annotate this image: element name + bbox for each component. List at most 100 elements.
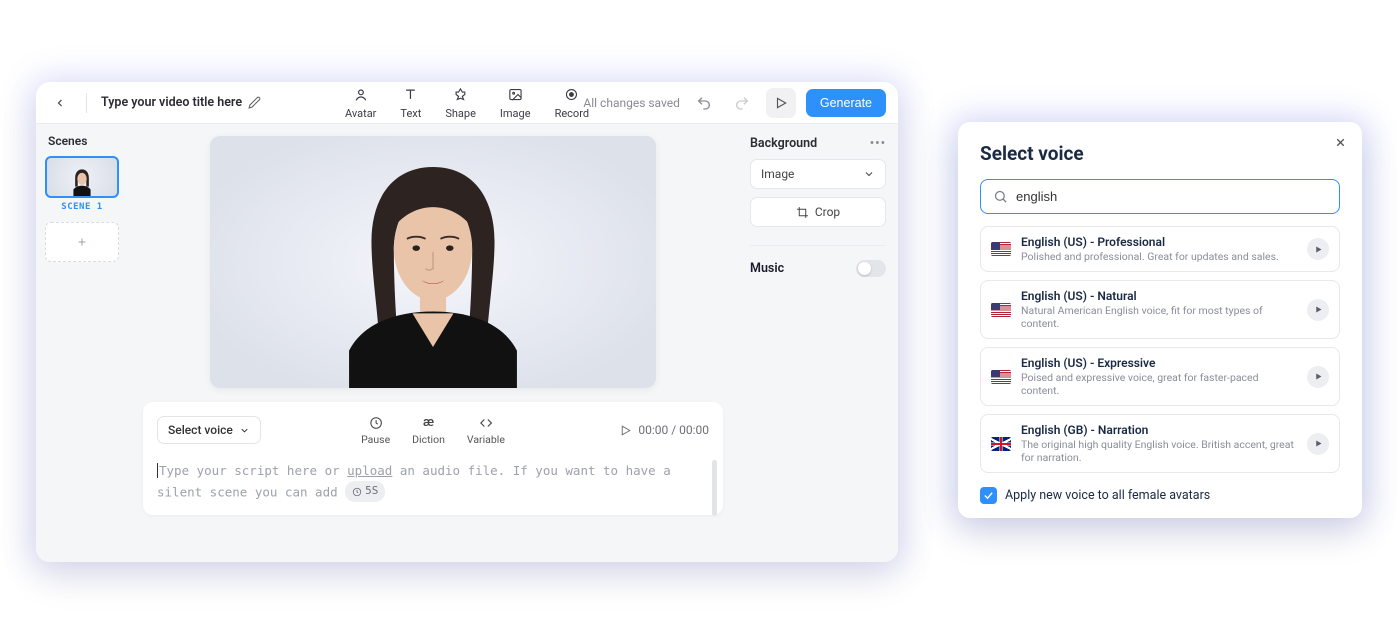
crop-button[interactable]: Crop <box>750 197 886 227</box>
background-label: Background <box>750 136 817 151</box>
generate-button[interactable]: Generate <box>806 89 886 117</box>
scene-item[interactable]: SCENE 1 <box>45 156 119 212</box>
title-placeholder: Type your video title here <box>101 95 242 110</box>
upload-link[interactable]: upload <box>347 463 392 478</box>
edit-icon <box>248 96 261 109</box>
music-row: Music <box>750 245 886 277</box>
voice-name: English (GB) - Narration <box>1021 423 1297 437</box>
voice-option[interactable]: English (US) - Natural Natural American … <box>980 280 1340 339</box>
flag-us-icon <box>991 370 1011 384</box>
apply-all-label: Apply new voice to all female avatars <box>1005 488 1210 503</box>
properties-panel: Background ••• Image Crop Music <box>738 124 898 562</box>
video-title-input[interactable]: Type your video title here <box>101 95 261 110</box>
chevron-down-icon <box>239 425 250 436</box>
close-button[interactable] <box>1330 132 1350 152</box>
crop-label: Crop <box>815 205 840 219</box>
voice-name: English (US) - Natural <box>1021 289 1297 303</box>
image-icon <box>506 86 524 104</box>
scenes-sidebar: Scenes SCENE 1 <box>36 124 128 562</box>
canvas-column: Select voice Pause æ Diction <box>128 124 738 562</box>
modal-footer: Apply new voice to all female avatars <box>980 487 1340 504</box>
crop-icon <box>796 206 809 219</box>
insert-toolbar: Avatar Text Shape Image <box>345 86 589 120</box>
avatar-thumbnail-icon <box>69 166 95 196</box>
toolbar-label: Avatar <box>345 107 376 120</box>
play-preview-button[interactable] <box>1307 238 1329 260</box>
voice-list: English (US) - Professional Polished and… <box>980 226 1340 475</box>
avatar-icon <box>352 86 370 104</box>
video-canvas[interactable] <box>210 136 656 388</box>
music-toggle[interactable] <box>856 260 886 277</box>
record-icon <box>563 86 581 104</box>
variable-tool[interactable]: Variable <box>467 415 505 446</box>
text-icon <box>402 86 420 104</box>
select-voice-label: Select voice <box>168 423 233 437</box>
editor-topbar: Type your video title here Avatar Text <box>36 82 898 124</box>
scenes-heading: Scenes <box>44 134 120 148</box>
voice-name: English (US) - Professional <box>1021 235 1297 249</box>
undo-button[interactable] <box>690 89 718 117</box>
topbar-right: All changes saved Generate <box>583 88 886 118</box>
silence-chip-text: 5S <box>365 482 378 501</box>
voice-option[interactable]: English (GB) - Narration The original hi… <box>980 414 1340 473</box>
script-placeholder-pre: Type your script here or <box>159 463 347 478</box>
toolbar-label: Image <box>500 107 531 120</box>
play-preview-button[interactable] <box>1307 433 1329 455</box>
play-outline-icon[interactable] <box>619 424 632 437</box>
voice-option[interactable]: English (US) - Professional Polished and… <box>980 226 1340 272</box>
insert-image-button[interactable]: Image <box>500 86 531 120</box>
select-voice-button[interactable]: Select voice <box>157 416 261 444</box>
voice-desc: The original high quality English voice.… <box>1021 438 1297 464</box>
voice-desc: Poised and expressive voice, great for f… <box>1021 371 1297 397</box>
flag-gb-icon <box>991 437 1011 451</box>
scrollbar[interactable] <box>712 460 717 516</box>
script-textarea[interactable]: Type your script here or upload an audio… <box>157 460 709 503</box>
more-icon[interactable]: ••• <box>870 136 886 151</box>
background-section-header: Background ••• <box>750 136 886 151</box>
toolbar-label: Record <box>555 107 589 120</box>
voice-desc: Polished and professional. Great for upd… <box>1021 250 1297 263</box>
add-scene-button[interactable] <box>45 222 119 262</box>
flag-us-icon <box>991 242 1011 256</box>
voice-desc: Natural American English voice, fit for … <box>1021 304 1297 330</box>
insert-avatar-button[interactable]: Avatar <box>345 86 376 120</box>
back-button[interactable] <box>48 91 72 115</box>
music-label: Music <box>750 261 784 276</box>
insert-text-button[interactable]: Text <box>400 86 421 120</box>
video-editor-window: Type your video title here Avatar Text <box>36 82 898 562</box>
scene-label: SCENE 1 <box>45 202 119 212</box>
script-time: 00:00 / 00:00 <box>619 423 709 437</box>
time-text: 00:00 / 00:00 <box>638 423 709 437</box>
tool-label: Diction <box>412 433 445 446</box>
clock-icon <box>352 487 362 497</box>
search-icon <box>993 189 1008 204</box>
voice-option[interactable]: English (US) - Expressive Poised and exp… <box>980 347 1340 406</box>
toolbar-label: Text <box>400 107 421 120</box>
flag-us-icon <box>991 303 1011 317</box>
background-type-select[interactable]: Image <box>750 159 886 189</box>
insert-shape-button[interactable]: Shape <box>445 86 476 120</box>
tool-label: Pause <box>361 433 390 446</box>
diction-icon: æ <box>423 415 434 431</box>
modal-title: Select voice <box>980 142 1340 165</box>
script-panel: Select voice Pause æ Diction <box>143 402 723 515</box>
diction-tool[interactable]: æ Diction <box>412 415 445 446</box>
record-button[interactable]: Record <box>555 86 589 120</box>
select-voice-modal: Select voice English (US) - Professional… <box>958 122 1362 518</box>
background-type-value: Image <box>761 167 794 181</box>
silence-chip[interactable]: 5S <box>345 481 385 502</box>
chevron-down-icon <box>863 168 875 180</box>
scene-thumbnail[interactable] <box>45 156 119 198</box>
avatar-figure <box>293 153 573 388</box>
voice-search-box[interactable] <box>980 179 1340 214</box>
voice-search-input[interactable] <box>1016 189 1327 204</box>
script-tools: Pause æ Diction Variable <box>361 415 505 446</box>
apply-all-checkbox[interactable] <box>980 487 997 504</box>
save-status: All changes saved <box>583 96 679 110</box>
play-preview-button[interactable] <box>1307 366 1329 388</box>
play-preview-button[interactable] <box>1307 299 1329 321</box>
preview-button[interactable] <box>766 88 796 118</box>
redo-button[interactable] <box>728 89 756 117</box>
clock-icon <box>369 415 383 431</box>
pause-tool[interactable]: Pause <box>361 415 390 446</box>
